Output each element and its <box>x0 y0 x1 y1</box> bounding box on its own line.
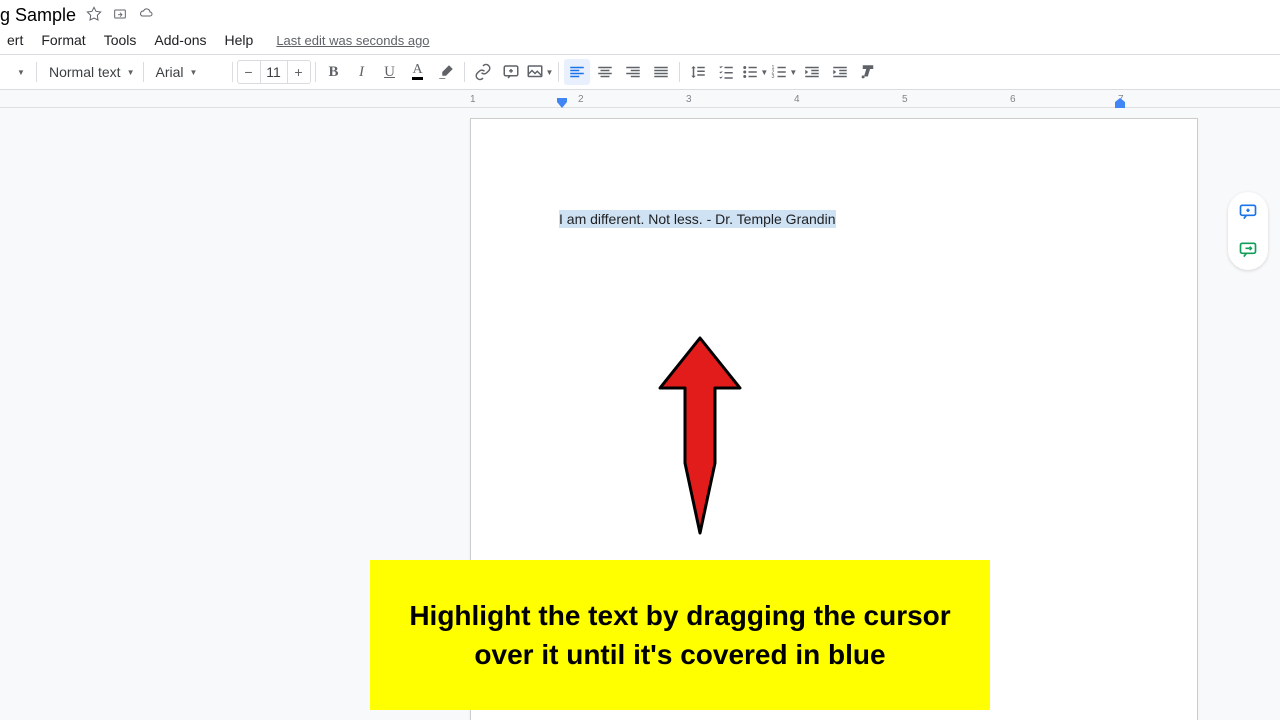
ruler-tick: 2 <box>578 94 584 105</box>
decrease-indent-button[interactable] <box>799 59 825 85</box>
font-size-input[interactable]: 11 <box>260 61 288 83</box>
paragraph-style-label: Normal text <box>49 64 121 80</box>
font-size-increase[interactable]: + <box>288 64 310 80</box>
align-left-button[interactable] <box>564 59 590 85</box>
clear-formatting-button[interactable] <box>855 59 881 85</box>
add-comment-side-button[interactable] <box>1232 196 1264 228</box>
paragraph-style-select[interactable]: Normal text▼ <box>41 60 139 84</box>
menubar: ert Format Tools Add-ons Help Last edit … <box>0 26 1280 54</box>
ruler-tick: 1 <box>470 94 476 105</box>
suggest-edits-button[interactable] <box>1232 234 1264 266</box>
bulleted-list-button[interactable]: ▼ <box>741 59 768 85</box>
align-center-button[interactable] <box>592 59 618 85</box>
insert-image-button[interactable]: ▼ <box>526 59 554 85</box>
menu-addons[interactable]: Add-ons <box>147 28 213 52</box>
ruler-tick: 3 <box>686 94 692 105</box>
italic-button[interactable]: I <box>349 59 375 85</box>
checklist-button[interactable] <box>713 59 739 85</box>
underline-button[interactable]: U <box>377 59 403 85</box>
font-family-select[interactable]: Arial▼ <box>148 60 228 84</box>
insert-link-button[interactable] <box>470 59 496 85</box>
more-button[interactable]: ▼ <box>5 59 31 85</box>
font-family-label: Arial <box>156 64 184 80</box>
menu-format[interactable]: Format <box>34 28 92 52</box>
editor-canvas[interactable]: I am different. Not less. - Dr. Temple G… <box>0 108 1280 720</box>
menu-help[interactable]: Help <box>218 28 261 52</box>
numbered-list-button[interactable]: 123▼ <box>770 59 797 85</box>
add-comment-button[interactable] <box>498 59 524 85</box>
ruler-tick: 5 <box>902 94 908 105</box>
menu-tools[interactable]: Tools <box>97 28 144 52</box>
font-size-group: − 11 + <box>237 60 311 84</box>
font-size-decrease[interactable]: − <box>238 64 260 80</box>
ruler-tick: 4 <box>794 94 800 105</box>
toolbar: ▼ Normal text▼ Arial▼ − 11 + B I U A ▼ ▼… <box>0 54 1280 90</box>
selected-text[interactable]: I am different. Not less. - Dr. Temple G… <box>559 210 836 228</box>
document-page[interactable]: I am different. Not less. - Dr. Temple G… <box>470 118 1198 720</box>
align-justify-button[interactable] <box>648 59 674 85</box>
ruler-tick: 6 <box>1010 94 1016 105</box>
highlight-button[interactable] <box>433 59 459 85</box>
text-color-button[interactable]: A <box>405 59 431 85</box>
line-spacing-button[interactable] <box>685 59 711 85</box>
cloud-icon[interactable] <box>138 6 154 25</box>
side-action-panel <box>1228 192 1268 270</box>
svg-text:3: 3 <box>772 74 775 80</box>
star-icon[interactable] <box>86 6 102 25</box>
increase-indent-button[interactable] <box>827 59 853 85</box>
bold-button[interactable]: B <box>321 59 347 85</box>
ruler[interactable]: 1 2 3 4 5 6 7 <box>0 90 1280 108</box>
document-title[interactable]: g Sample <box>0 5 76 26</box>
menu-insert[interactable]: ert <box>0 28 30 52</box>
last-edit-link[interactable]: Last edit was seconds ago <box>276 33 429 48</box>
align-right-button[interactable] <box>620 59 646 85</box>
move-icon[interactable] <box>112 6 128 25</box>
